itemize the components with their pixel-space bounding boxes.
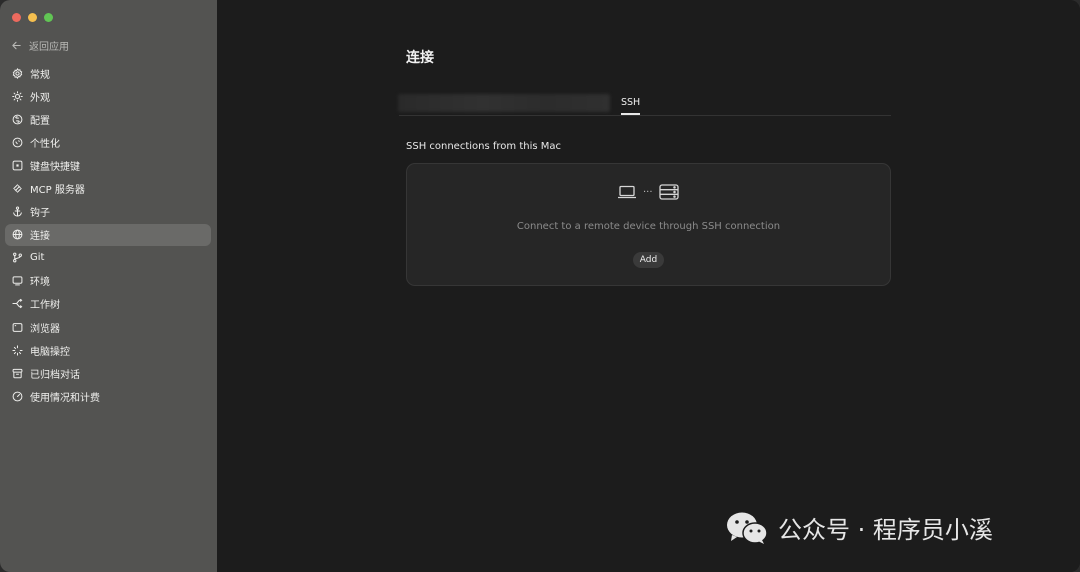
archive-icon bbox=[12, 368, 23, 379]
sidebar-item-label: 已归档对话 bbox=[30, 369, 80, 381]
watermark-text: 公众号 · 程序员小溪 bbox=[778, 516, 993, 544]
config-icon bbox=[12, 114, 23, 125]
sidebar-item-personalization[interactable]: 个性化 bbox=[5, 131, 211, 153]
window-controls bbox=[12, 13, 53, 22]
monitor-icon bbox=[12, 275, 23, 286]
keyboard-icon bbox=[12, 160, 23, 171]
sidebar-item-git[interactable]: Git bbox=[5, 247, 211, 269]
arrow-left-icon bbox=[12, 41, 21, 49]
sidebar-item-browser[interactable]: 浏览器 bbox=[5, 316, 211, 338]
sidebar-item-appearance[interactable]: 外观 bbox=[5, 85, 211, 107]
sidebar-item-label: 浏览器 bbox=[30, 323, 60, 335]
sidebar-item-label: 钩子 bbox=[30, 208, 50, 220]
sidebar-item-label: MCP 服务器 bbox=[30, 184, 85, 196]
add-ssh-connection-button[interactable]: Add bbox=[633, 252, 664, 268]
sidebar-item-label: 环境 bbox=[30, 277, 50, 289]
watermark: 公众号 · 程序员小溪 bbox=[726, 510, 993, 545]
sidebar-item-label: 电脑操控 bbox=[30, 346, 70, 358]
server-icon bbox=[658, 184, 679, 200]
sidebar-item-usage-billing[interactable]: 使用情况和计费 bbox=[5, 385, 211, 407]
tab-ssh[interactable]: SSH bbox=[621, 97, 640, 108]
sidebar-item-label: 工作树 bbox=[30, 300, 60, 312]
connection-dots: ··· bbox=[643, 186, 653, 198]
laptop-icon bbox=[618, 185, 636, 199]
sidebar-item-label: 个性化 bbox=[30, 138, 60, 150]
personalize-icon bbox=[12, 137, 23, 148]
sidebar-item-worktree[interactable]: 工作树 bbox=[5, 293, 211, 315]
gauge-icon bbox=[12, 391, 23, 402]
mcp-icon bbox=[12, 183, 23, 194]
sidebar-item-config[interactable]: 配置 bbox=[5, 108, 211, 130]
main-panel: 连接 SSH SSH connections from this Mac ···… bbox=[217, 0, 1080, 572]
tab-redacted[interactable] bbox=[398, 94, 610, 112]
sidebar-item-mcp-servers[interactable]: MCP 服务器 bbox=[5, 177, 211, 199]
back-label: 返回应用 bbox=[29, 41, 69, 53]
connection-illustration: ··· bbox=[617, 184, 679, 200]
empty-state-description: Connect to a remote device through SSH c… bbox=[516, 221, 781, 232]
ssh-empty-state-card: ··· Connect to a remote device through S… bbox=[406, 163, 891, 286]
gear-icon bbox=[12, 67, 23, 79]
sidebar-item-environment[interactable]: 环境 bbox=[5, 270, 211, 292]
sparkle-icon bbox=[12, 345, 23, 356]
tabs-divider bbox=[399, 115, 891, 116]
back-to-app-button[interactable]: 返回应用 bbox=[11, 36, 69, 54]
browser-icon bbox=[12, 322, 23, 333]
sidebar-item-connections[interactable]: 连接 bbox=[5, 223, 211, 246]
sidebar-item-archived-chats[interactable]: 已归档对话 bbox=[5, 362, 211, 384]
minimize-window-button[interactable] bbox=[28, 13, 37, 22]
wechat-icon bbox=[727, 512, 768, 544]
sidebar-item-general[interactable]: 常规 bbox=[5, 62, 211, 84]
settings-window: 返回应用 常规 外观 配置 个性化 键盘快捷键 MCP 服务器 钩子 连接 Gi… bbox=[0, 0, 1080, 572]
zoom-window-button[interactable] bbox=[44, 13, 53, 22]
sidebar-item-keyboard-shortcuts[interactable]: 键盘快捷键 bbox=[5, 154, 211, 176]
sidebar: 返回应用 常规 外观 配置 个性化 键盘快捷键 MCP 服务器 钩子 连接 Gi… bbox=[0, 0, 217, 572]
sidebar-item-label: 键盘快捷键 bbox=[30, 161, 80, 173]
section-title: SSH connections from this Mac bbox=[406, 141, 562, 152]
page-title: 连接 bbox=[406, 50, 434, 66]
git-branch-icon bbox=[12, 252, 23, 263]
sidebar-item-hooks[interactable]: 钩子 bbox=[5, 201, 211, 223]
globe-icon bbox=[12, 229, 23, 240]
sidebar-item-label: 配置 bbox=[30, 115, 50, 127]
close-window-button[interactable] bbox=[12, 13, 21, 22]
sidebar-item-label: 外观 bbox=[30, 92, 50, 104]
sidebar-item-label: 使用情况和计费 bbox=[30, 392, 100, 404]
settings-nav: 常规 外观 配置 个性化 键盘快捷键 MCP 服务器 钩子 连接 Git 环境 … bbox=[5, 62, 211, 408]
sidebar-item-label: 常规 bbox=[30, 69, 50, 81]
sidebar-item-label: Git bbox=[30, 252, 45, 264]
sun-icon bbox=[12, 90, 23, 102]
anchor-icon bbox=[12, 206, 23, 217]
sidebar-item-computer-control[interactable]: 电脑操控 bbox=[5, 339, 211, 361]
sidebar-item-label: 连接 bbox=[30, 231, 50, 243]
worktree-icon bbox=[12, 298, 23, 309]
